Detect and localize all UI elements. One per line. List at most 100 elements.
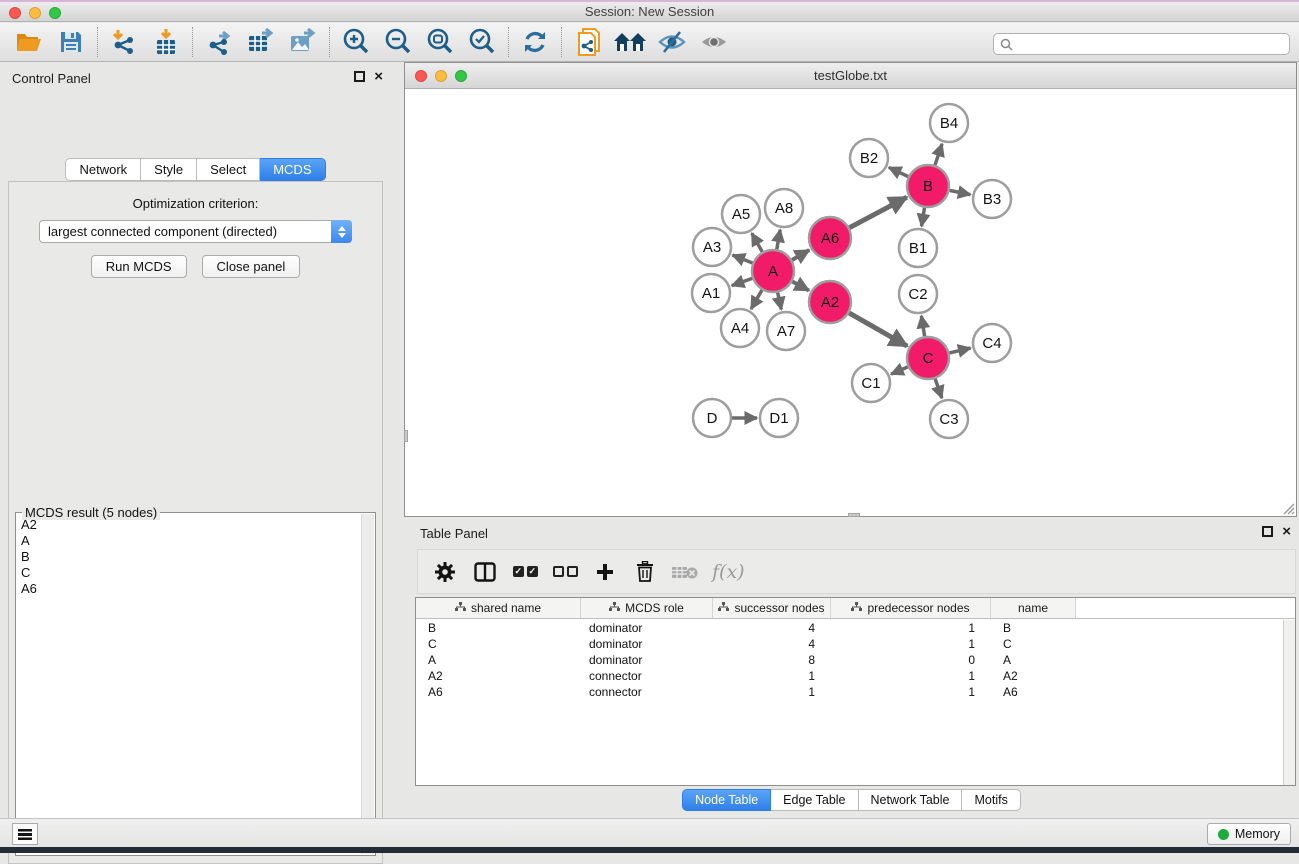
edge-A-A3[interactable] <box>732 255 752 263</box>
edge-B-B4[interactable] <box>935 144 942 165</box>
close-panel-icon[interactable]: × <box>1282 526 1291 537</box>
table-row[interactable]: Cdominator41C <box>416 636 1283 652</box>
delete-column-icon[interactable] <box>632 557 658 587</box>
import-network-icon[interactable] <box>103 25 145 59</box>
criterion-select[interactable]: largest connected component (directed) <box>39 220 352 243</box>
edge-A-A5[interactable] <box>752 233 762 252</box>
select-all-icon[interactable] <box>512 557 538 587</box>
function-builder-icon[interactable]: f(x) <box>712 557 745 587</box>
column-header-successor-nodes[interactable]: successor nodes <box>713 598 831 618</box>
edge-C-C3[interactable] <box>935 379 942 398</box>
edge-A-A4[interactable] <box>751 290 762 309</box>
network-minimize-button[interactable] <box>435 70 447 82</box>
node-label-D1: D1 <box>769 410 788 427</box>
edge-A-A7[interactable] <box>778 293 782 310</box>
frame-resize-handle[interactable] <box>404 430 408 442</box>
tab-edge-table[interactable]: Edge Table <box>771 789 858 811</box>
table-row[interactable]: A2connector11A2 <box>416 668 1283 684</box>
result-item[interactable]: B <box>21 549 361 565</box>
zoom-out-icon[interactable] <box>377 25 419 59</box>
zoom-selected-icon[interactable] <box>461 25 503 59</box>
edge-A-A6[interactable] <box>792 250 809 260</box>
tab-style[interactable]: Style <box>141 158 197 181</box>
result-item[interactable]: A6 <box>21 581 361 597</box>
cell-name: B <box>991 621 1076 635</box>
result-item[interactable]: A2 <box>21 517 361 533</box>
edge-A-A8[interactable] <box>777 230 780 250</box>
run-mcds-button[interactable]: Run MCDS <box>91 255 187 278</box>
result-scrollbar[interactable] <box>361 514 374 854</box>
close-panel-button[interactable]: Close panel <box>202 255 301 278</box>
cell-MCDS-role: dominator <box>581 653 713 667</box>
export-image-icon[interactable] <box>282 25 324 59</box>
cell-MCDS-role: connector <box>581 669 713 683</box>
zoom-fit-icon[interactable] <box>419 25 461 59</box>
shared-column-icon <box>851 601 862 615</box>
float-panel-icon[interactable] <box>354 71 365 82</box>
edge-C-C1[interactable] <box>891 367 908 374</box>
network-window-titlebar[interactable]: testGlobe.txt <box>405 63 1296 89</box>
save-session-icon[interactable] <box>50 25 92 59</box>
hide-selected-icon[interactable] <box>651 25 693 59</box>
column-header-MCDS-role[interactable]: MCDS role <box>581 598 713 618</box>
houses-icon[interactable] <box>609 25 651 59</box>
search-input[interactable] <box>993 33 1290 55</box>
new-network-from-selection-icon[interactable] <box>567 25 609 59</box>
network-zoom-button[interactable] <box>455 70 467 82</box>
edge-C-C2[interactable] <box>921 316 924 337</box>
import-table-icon[interactable] <box>145 25 187 59</box>
cell-successor-nodes: 4 <box>713 621 831 635</box>
result-item[interactable]: A <box>21 533 361 549</box>
mcds-result-list[interactable]: A2ABCA6 <box>17 514 361 854</box>
close-panel-icon[interactable]: × <box>374 71 383 82</box>
gear-icon[interactable] <box>432 557 458 587</box>
node-label-B2: B2 <box>860 150 878 167</box>
table-row[interactable]: A6connector11A6 <box>416 684 1283 700</box>
export-table-icon[interactable] <box>240 25 282 59</box>
edge-A2-C[interactable] <box>849 313 907 346</box>
control-panel-tabs: NetworkStyleSelectMCDS <box>0 158 391 181</box>
deselect-all-icon[interactable] <box>552 557 578 587</box>
table-toolbar: f(x) <box>417 549 1296 594</box>
column-header-name[interactable]: name <box>991 598 1076 618</box>
tab-motifs[interactable]: Motifs <box>962 789 1020 811</box>
resize-grip-icon[interactable] <box>1281 501 1295 515</box>
network-canvas[interactable]: AA1A2A3A4A5A6A7A8BB1B2B3B4CC1C2C3C4DD1 <box>405 89 1296 516</box>
columns-icon[interactable] <box>472 557 498 587</box>
export-network-icon[interactable] <box>198 25 240 59</box>
table-row[interactable]: Adominator80A <box>416 652 1283 668</box>
edge-A-A1[interactable] <box>732 278 753 285</box>
delete-table-icon[interactable] <box>672 557 698 587</box>
table-scrollbar[interactable] <box>1283 620 1295 785</box>
column-header-predecessor-nodes[interactable]: predecessor nodes <box>831 598 991 618</box>
table-row[interactable]: Bdominator41B <box>416 620 1283 636</box>
zoom-window-button[interactable] <box>49 7 61 19</box>
tab-mcds[interactable]: MCDS <box>260 158 325 181</box>
tab-select[interactable]: Select <box>197 158 260 181</box>
show-all-icon[interactable] <box>693 25 735 59</box>
minimize-window-button[interactable] <box>29 7 41 19</box>
tab-network-table[interactable]: Network Table <box>859 789 963 811</box>
edge-B-B2[interactable] <box>889 167 908 176</box>
edge-A6-B[interactable] <box>849 197 906 227</box>
close-window-button[interactable] <box>9 7 21 19</box>
add-column-icon[interactable] <box>592 557 618 587</box>
tab-node-table[interactable]: Node Table <box>682 789 771 811</box>
column-header-shared-name[interactable]: shared name <box>416 598 581 618</box>
toolbar-separator <box>97 27 98 57</box>
float-panel-icon[interactable] <box>1262 526 1273 537</box>
memory-button[interactable]: Memory <box>1207 823 1291 845</box>
edge-B-B1[interactable] <box>922 208 925 227</box>
edge-C-C4[interactable] <box>949 348 970 353</box>
task-history-button[interactable] <box>12 823 38 845</box>
cell-name: C <box>991 637 1076 651</box>
open-file-icon[interactable] <box>8 25 50 59</box>
tab-network[interactable]: Network <box>65 158 141 181</box>
result-item[interactable]: C <box>21 565 361 581</box>
edge-A-A2[interactable] <box>792 282 809 291</box>
zoom-in-icon[interactable] <box>335 25 377 59</box>
node-label-A1: A1 <box>702 285 720 302</box>
edge-B-B3[interactable] <box>950 190 971 194</box>
refresh-icon[interactable] <box>514 25 556 59</box>
network-close-button[interactable] <box>415 70 427 82</box>
